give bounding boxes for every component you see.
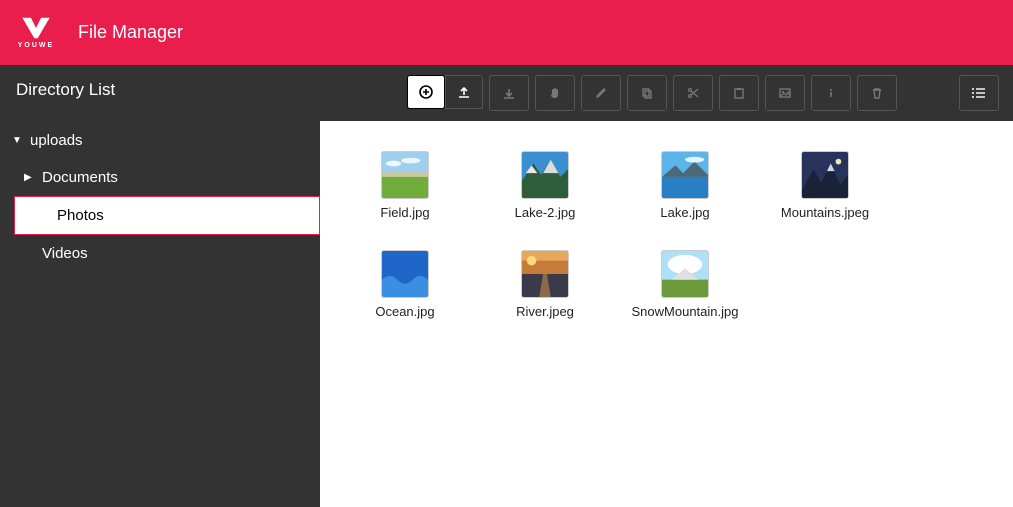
tree-node-videos[interactable]: Videos	[0, 235, 320, 272]
paste-button[interactable]	[720, 76, 758, 110]
file-thumbnail	[521, 250, 569, 298]
brand-logo: YOUWE	[12, 9, 60, 57]
file-thumbnail	[381, 151, 429, 199]
tree-label: Documents	[42, 169, 118, 186]
info-icon	[824, 86, 838, 100]
sidebar-title: Directory List	[0, 65, 320, 122]
download-icon	[502, 86, 516, 100]
file-name: Field.jpg	[380, 205, 429, 220]
file-name: Lake-2.jpg	[515, 205, 576, 220]
list-view-button[interactable]	[960, 76, 998, 110]
move-button[interactable]	[536, 76, 574, 110]
image-icon	[778, 86, 792, 100]
directory-sidebar: Directory List ▼ uploads ▶ Documents Pho…	[0, 65, 320, 507]
pencil-icon	[594, 86, 608, 100]
add-button[interactable]	[407, 75, 445, 109]
file-name: River.jpeg	[516, 304, 574, 319]
file-item[interactable]: Lake-2.jpg	[500, 151, 590, 220]
file-name: Mountains.jpeg	[781, 205, 869, 220]
tree-label: Videos	[42, 245, 88, 262]
file-thumbnail	[521, 151, 569, 199]
directory-tree: ▼ uploads ▶ Documents Photos Videos	[0, 122, 320, 272]
list-view-icon	[971, 86, 987, 100]
file-name: Lake.jpg	[660, 205, 709, 220]
upload-button[interactable]	[445, 75, 483, 109]
hand-icon	[548, 86, 562, 100]
toolbar	[320, 65, 1013, 121]
main-panel: Field.jpg Lake-2.jpg Lake.jpg Mountains.jpe…	[320, 65, 1013, 507]
caret-right-icon: ▶	[24, 172, 36, 183]
tree-label: uploads	[30, 132, 83, 149]
tree-node-uploads[interactable]: ▼ uploads	[0, 122, 320, 159]
delete-button[interactable]	[858, 76, 896, 110]
trash-icon	[870, 86, 884, 100]
cut-button[interactable]	[674, 76, 712, 110]
brand-name: YOUWE	[18, 42, 54, 49]
file-name: SnowMountain.jpg	[632, 304, 739, 319]
upload-icon	[457, 85, 471, 99]
copy-button[interactable]	[628, 76, 666, 110]
tree-node-documents[interactable]: ▶ Documents	[0, 159, 320, 196]
youwe-logo-icon	[19, 16, 53, 40]
copy-icon	[640, 86, 654, 100]
scissors-icon	[686, 86, 700, 100]
caret-down-icon: ▼	[12, 135, 24, 146]
file-item[interactable]: Mountains.jpeg	[780, 151, 870, 220]
file-thumbnail	[801, 151, 849, 199]
file-item[interactable]: SnowMountain.jpg	[640, 250, 730, 319]
file-item[interactable]: Lake.jpg	[640, 151, 730, 220]
file-item[interactable]: River.jpeg	[500, 250, 590, 319]
file-item[interactable]: Field.jpg	[360, 151, 450, 220]
file-item[interactable]: Ocean.jpg	[360, 250, 450, 319]
tree-node-photos[interactable]: Photos	[14, 196, 320, 235]
plus-circle-icon	[419, 85, 433, 99]
image-button[interactable]	[766, 76, 804, 110]
app-title: File Manager	[78, 22, 183, 43]
info-button[interactable]	[812, 76, 850, 110]
file-grid: Field.jpg Lake-2.jpg Lake.jpg Mountains.jpe…	[320, 121, 1013, 507]
file-thumbnail	[661, 151, 709, 199]
file-thumbnail	[381, 250, 429, 298]
download-button[interactable]	[490, 76, 528, 110]
edit-button[interactable]	[582, 76, 620, 110]
file-thumbnail	[661, 250, 709, 298]
paste-icon	[732, 86, 746, 100]
app-header: YOUWE File Manager	[0, 0, 1013, 65]
tree-label: Photos	[57, 207, 104, 224]
file-name: Ocean.jpg	[375, 304, 434, 319]
